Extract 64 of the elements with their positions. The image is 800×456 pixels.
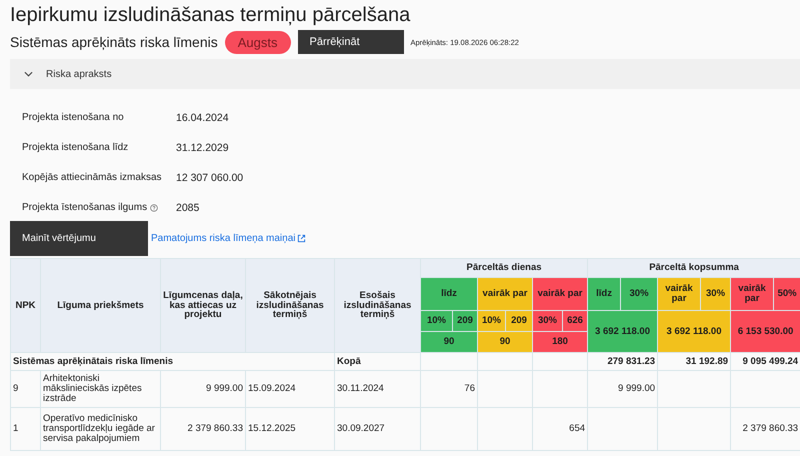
column-header: Pārceltās dienas: [420, 258, 588, 278]
total-label: Kopā: [334, 352, 420, 370]
total-cell: 31 192.89: [658, 352, 731, 370]
field-label: Projekta istenošana no: [22, 112, 124, 123]
column-header: Pārceltā kopsumma: [588, 258, 800, 278]
column-header: NPK: [10, 258, 40, 352]
band-percent: 30%: [700, 278, 731, 310]
band-days: 209: [506, 310, 532, 332]
chevron-icon: [24, 71, 33, 77]
field-value: 16.04.2024: [176, 112, 229, 124]
band-header: līdz: [588, 278, 621, 310]
risk-level-cell: Sistēmas aprēķinātais riska līmenis: [10, 352, 334, 370]
table-cell: 9 999.00: [160, 370, 246, 408]
band-percent: 10%: [420, 310, 452, 332]
field-label: Projekta istenošana līdz: [22, 142, 128, 153]
field-label: Kopējās attiecināmās izmaksas: [22, 172, 162, 183]
band-limit: 180: [532, 332, 588, 352]
change-rating-button[interactable]: Mainīt vērtējumu: [10, 221, 148, 256]
table-cell: 15.09.2024: [246, 370, 334, 408]
band-percent: 30%: [532, 310, 562, 332]
band-percent: 50%: [774, 278, 800, 310]
field-value: 2085: [176, 202, 200, 214]
table-cell: 9 999.00: [588, 370, 658, 408]
band-header: vairāk par: [658, 278, 701, 310]
column-header: Esošais izsludināšanas termiņš: [334, 258, 420, 352]
field-value: 12 307 060.00: [176, 172, 244, 184]
accordion-header[interactable]: Riska apraksts: [10, 59, 800, 89]
table-cell: 654: [532, 408, 588, 450]
total-cell: 9 095 499.24: [730, 352, 800, 370]
total-cell: 279 831.23: [588, 352, 658, 370]
band-header: vairāk par: [478, 278, 532, 310]
field-value: 31.12.2029: [176, 142, 229, 154]
risk-label: Sistēmas aprēķināts riska līmenis: [10, 34, 218, 50]
band-days: 626: [562, 310, 588, 332]
table-cell: 15.12.2025: [246, 408, 334, 450]
table-cell: 9: [10, 370, 40, 408]
column-header: Līguma priekšmets: [40, 258, 160, 352]
table-cell: Arhitektoniski mākslinieciskās izpētes izstrāde: [40, 370, 160, 408]
column-header: Sākotnējais izsludināšanas termiņš: [246, 258, 334, 352]
band-days: 209: [452, 310, 478, 332]
band-header: vairāk par: [532, 278, 588, 310]
table-cell: 2 379 860.33: [730, 408, 800, 450]
band-limit: 90: [420, 332, 478, 352]
field-label: Projekta īstenošanas ilgums: [22, 202, 148, 213]
column-header: Līgumcenas daļa, kas attiecas uz projektu: [160, 258, 246, 352]
band-header: vairāk par: [730, 278, 774, 310]
band-amount: 6 153 530.00: [730, 310, 800, 352]
recalculate-button[interactable]: Pārrēķināt: [298, 30, 404, 54]
risk-badge: Augsts: [224, 30, 290, 54]
band-amount: 3 692 118.00: [588, 310, 658, 352]
band-percent: 10%: [478, 310, 506, 332]
table-cell: 30.11.2024: [334, 370, 420, 408]
band-header: līdz: [420, 278, 478, 310]
table-cell: Operatīvo medicīnisko transportlīdzekļu iegāde ar servisa pakalpojumiem: [40, 408, 160, 450]
band-percent: 30%: [620, 278, 658, 310]
justification-link[interactable]: Pamatojums riska līmeņa maiņai: [151, 233, 306, 244]
table-cell: 76: [420, 370, 478, 408]
band-amount: 3 692 118.00: [658, 310, 731, 352]
table-cell: 1: [10, 408, 40, 450]
table-cell: 30.09.2027: [334, 408, 420, 450]
table-cell: 2 379 860.33: [160, 408, 246, 450]
band-limit: 90: [478, 332, 532, 352]
external-link-icon: [296, 234, 306, 243]
page-title: Iepirkumu izsludināšanas termiņu pārcelšana: [10, 3, 412, 28]
